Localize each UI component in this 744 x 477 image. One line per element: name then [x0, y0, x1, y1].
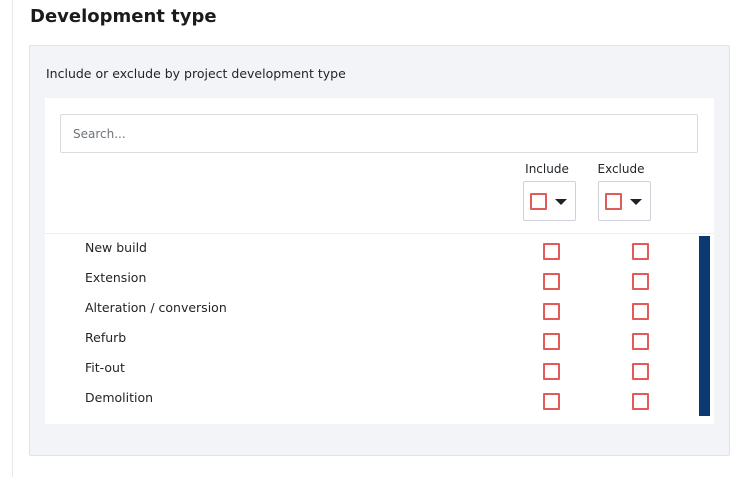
search-input[interactable]	[60, 114, 698, 153]
chevron-down-icon	[555, 199, 567, 205]
row-label: Refurb	[85, 330, 127, 345]
include-checkbox[interactable]	[543, 303, 560, 320]
chevron-down-icon	[630, 199, 642, 205]
include-column-header: Include	[525, 162, 569, 176]
include-checkbox[interactable]	[543, 243, 560, 260]
list-item: Fit-out	[45, 356, 696, 386]
list-scrollbar[interactable]	[699, 236, 710, 416]
development-type-list: New build Extension Alteration / convers…	[45, 236, 696, 422]
include-checkbox[interactable]	[543, 363, 560, 380]
exclude-all-dropdown[interactable]	[598, 181, 651, 221]
include-all-checkbox[interactable]	[530, 193, 547, 210]
list-item: Alteration / conversion	[45, 296, 696, 326]
include-all-dropdown[interactable]	[523, 181, 576, 221]
exclude-checkbox[interactable]	[632, 363, 649, 380]
include-checkbox[interactable]	[543, 273, 560, 290]
list-item: New build	[45, 236, 696, 266]
exclude-checkbox[interactable]	[632, 303, 649, 320]
row-label: Demolition	[85, 390, 154, 405]
row-label: Fit-out	[85, 360, 125, 375]
include-checkbox[interactable]	[543, 333, 560, 350]
exclude-checkbox[interactable]	[632, 273, 649, 290]
panel-description: Include or exclude by project developmen…	[46, 66, 346, 81]
list-item: Demolition	[45, 386, 696, 416]
filter-card: Include Exclude New build Extension Alte	[45, 98, 714, 424]
left-divider	[12, 0, 13, 477]
row-label: Extension	[85, 270, 147, 285]
exclude-checkbox[interactable]	[632, 333, 649, 350]
page-title: Development type	[30, 6, 217, 27]
exclude-all-checkbox[interactable]	[605, 193, 622, 210]
list-item: Refurb	[45, 326, 696, 356]
exclude-checkbox[interactable]	[632, 393, 649, 410]
exclude-checkbox[interactable]	[632, 243, 649, 260]
exclude-column-header: Exclude	[597, 162, 645, 176]
include-checkbox[interactable]	[543, 393, 560, 410]
header-divider	[45, 233, 714, 234]
row-label: Alteration / conversion	[85, 300, 227, 315]
list-item: Extension	[45, 266, 696, 296]
filter-panel: Include or exclude by project developmen…	[29, 45, 730, 456]
row-label: New build	[85, 240, 147, 255]
